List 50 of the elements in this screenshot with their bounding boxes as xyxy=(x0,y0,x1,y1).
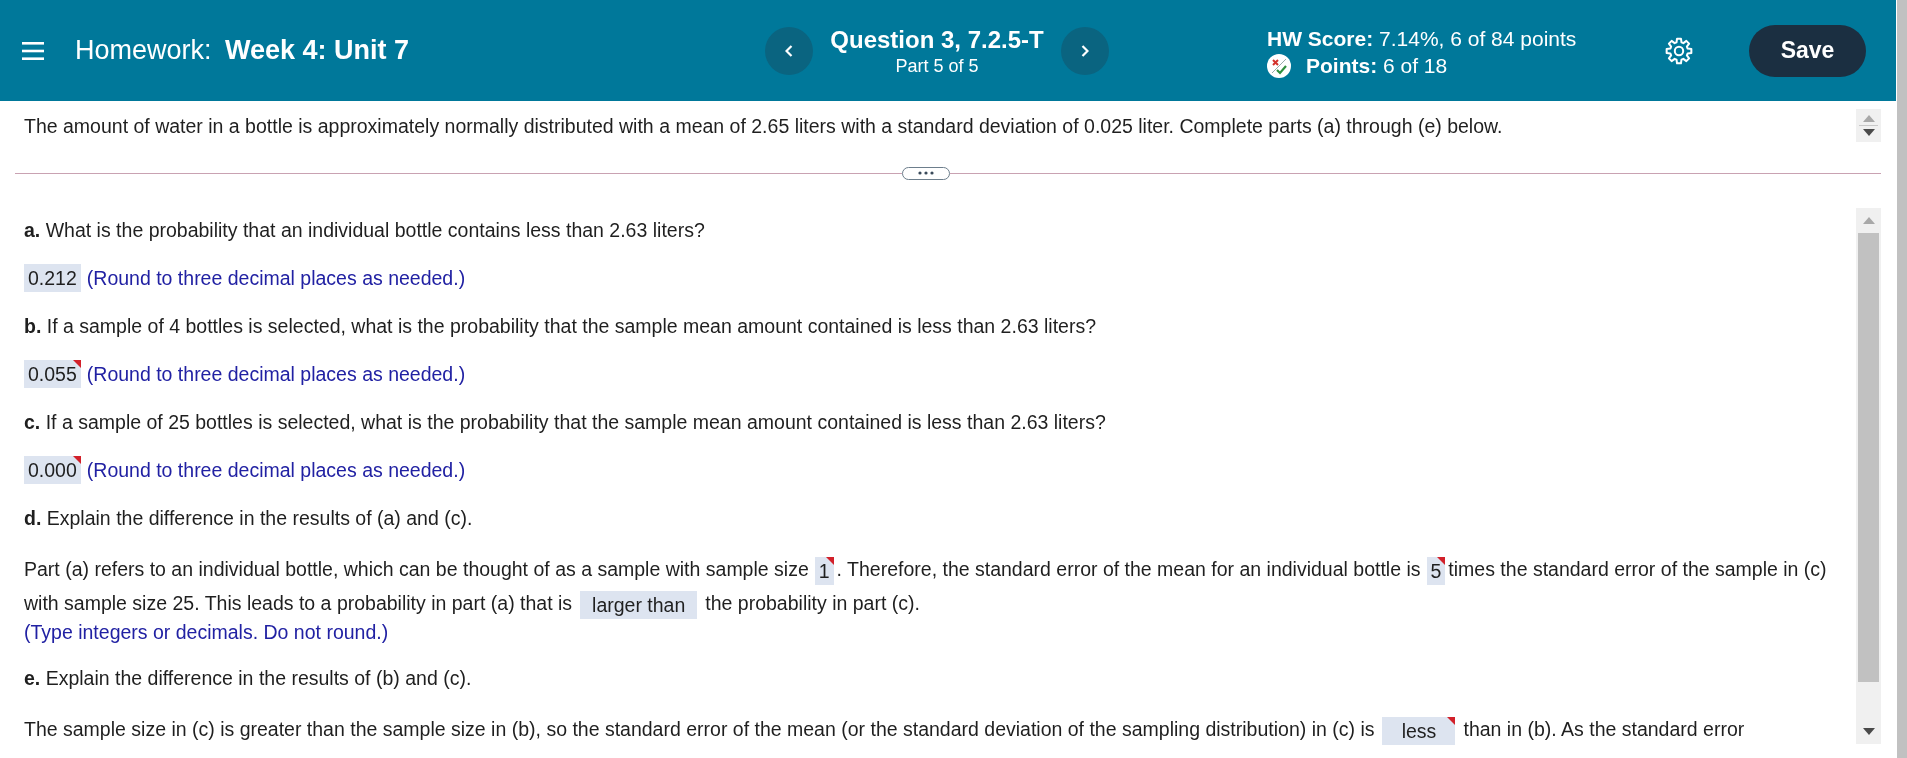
window-scrollbar[interactable] xyxy=(1897,0,1907,758)
settings-icon[interactable] xyxy=(1665,36,1693,65)
sentence-text: with sample size 25. This leads to a probability in part (a) that is xyxy=(24,592,573,614)
answer-field[interactable]: 0.000 xyxy=(24,456,81,484)
hint-text: (Round to three decimal places as needed.) xyxy=(86,266,466,291)
assignment-title: Homework: Week 4: Unit 7 xyxy=(75,35,410,66)
hint-text: (Type integers or decimals. Do not round.) xyxy=(24,620,390,644)
question-text: d. Explain the difference in the results of (a) and (c). xyxy=(24,506,474,530)
answer-field[interactable]: 0.055 xyxy=(24,360,81,388)
scroll-down-icon[interactable] xyxy=(1862,129,1875,136)
question-title: Question 3, 7.2.5-T xyxy=(830,25,1044,53)
scroll-up-icon[interactable] xyxy=(1862,217,1875,224)
next-button[interactable] xyxy=(1061,26,1109,75)
sentence-text: . Therefore, the standard error of the mean for an individual bottle is xyxy=(836,558,1421,580)
part-label: Part 5 of 5 xyxy=(895,55,979,76)
corner-flag-icon xyxy=(825,556,834,565)
answer-dropdown[interactable]: larger than xyxy=(580,590,698,619)
answer-field[interactable]: 0.212 xyxy=(24,264,81,292)
corner-flag-icon xyxy=(72,456,81,464)
previous-button[interactable] xyxy=(765,26,813,75)
save-button[interactable]: Save xyxy=(1749,24,1866,77)
sentence-text: times the standard error of the sample in (c) xyxy=(1448,558,1827,580)
menu-icon[interactable] xyxy=(22,40,44,61)
question-text: b. If a sample of 4 bottles is selected, what is the probability that the sample mean amount contained is less than 2.63 liters? xyxy=(24,314,1097,338)
question-text: c. If a sample of 25 bottles is selected, what is the probability that the sample mean amount contained is less than 2.63 liters? xyxy=(24,410,1107,434)
problem-statement: The amount of water in a bottle is approximately normally distributed with a mean of 2.65 liters with a standard deviation of 0.025 liter. Complete parts (a) through (e) below. xyxy=(24,114,1503,138)
show-more-button[interactable] xyxy=(902,166,950,180)
score-status-icon xyxy=(1267,54,1291,78)
corner-flag-icon xyxy=(72,360,81,368)
answer-field[interactable]: 1 xyxy=(814,556,834,585)
sentence-text: the probability in part (c). xyxy=(705,592,920,614)
hw-score: HW Score: 7.14%, 6 of 84 points xyxy=(1267,27,1577,51)
question-text: e. Explain the difference in the results of (b) and (c). xyxy=(24,666,473,690)
sentence-text: Part (a) refers to an individual bottle, which can be thought of as a sample with sample size xyxy=(24,558,809,580)
question-text: a. What is the probability that an individual bottle contains less than 2.63 liters? xyxy=(24,218,706,242)
ellipsis-icon xyxy=(918,171,934,175)
chevron-right-icon xyxy=(1081,44,1089,57)
scroll-up-icon[interactable] xyxy=(1862,115,1875,122)
points-text: Points: 6 of 18 xyxy=(1306,54,1448,78)
answer-field[interactable]: 5 xyxy=(1426,556,1446,585)
sentence-text: The sample size in (c) is greater than the sample size in (b), so the standard error of the mean (or the standard deviation of the sampling distribution) in (c) is xyxy=(24,718,1375,740)
scrollbar-thumb[interactable] xyxy=(1858,233,1879,682)
sentence-text: than in (b). As the standard error xyxy=(1463,718,1745,740)
corner-flag-icon xyxy=(1437,556,1446,565)
corner-flag-icon xyxy=(1447,716,1456,725)
hint-text: (Round to three decimal places as needed.) xyxy=(86,458,466,483)
scroll-down-icon[interactable] xyxy=(1862,728,1875,735)
hint-text: (Round to three decimal places as needed.) xyxy=(86,362,466,387)
chevron-left-icon xyxy=(785,44,793,57)
answer-dropdown[interactable]: less xyxy=(1382,716,1456,745)
